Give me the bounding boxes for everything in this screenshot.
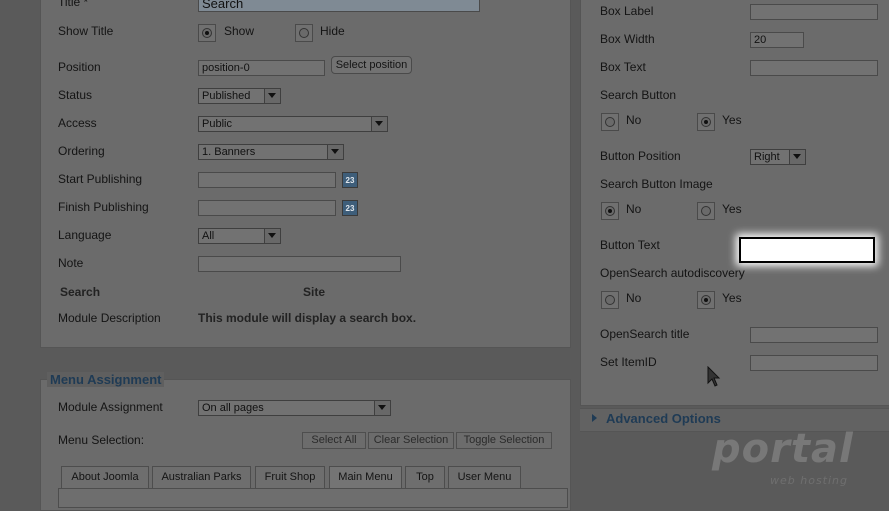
box-text-input[interactable] (750, 60, 878, 76)
portal-logo: portal web hosting (712, 426, 862, 490)
tab-fruit-shop[interactable]: Fruit Shop (255, 466, 325, 488)
box-width-label: Box Width (600, 32, 655, 46)
language-select[interactable]: All (198, 228, 281, 244)
tab-user-menu[interactable]: User Menu (448, 466, 521, 488)
box-width-input[interactable]: 20 (750, 32, 804, 48)
start-publishing-input[interactable] (198, 172, 336, 188)
show-title-label: Show Title (58, 24, 114, 38)
status-select[interactable]: Published (198, 88, 281, 104)
module-description-value: This module will display a search box. (198, 311, 417, 325)
button-text-input[interactable] (739, 237, 875, 263)
search-button-image-yes-radio[interactable] (697, 202, 715, 220)
box-label-label: Box Label (600, 4, 654, 18)
chevron-down-icon (371, 117, 387, 131)
start-publishing-label: Start Publishing (58, 172, 143, 186)
triangle-right-icon (592, 414, 597, 422)
opensearch-title-input[interactable] (750, 327, 878, 343)
select-position-button[interactable]: Select position (331, 56, 412, 74)
search-button-no-radio[interactable] (601, 113, 619, 131)
access-label: Access (58, 116, 97, 130)
set-itemid-input[interactable] (750, 355, 878, 371)
advanced-options-label[interactable]: Advanced Options (606, 411, 721, 426)
opensearch-autodiscovery-no-radio[interactable] (601, 291, 619, 309)
search-button-yes-radio[interactable] (697, 113, 715, 131)
ordering-label: Ordering (58, 144, 105, 158)
module-site-label: Site (303, 285, 326, 299)
show-title-show-radio[interactable] (198, 24, 216, 42)
module-assignment-select-value: On all pages (202, 402, 264, 414)
search-button-image-no-radio[interactable] (601, 202, 619, 220)
ordering-select-value: 1. Banners (202, 146, 256, 158)
tab-about-joomla[interactable]: About Joomla (61, 466, 149, 488)
box-text-label: Box Text (600, 60, 646, 74)
search-button-image-yes-label: Yes (722, 202, 742, 216)
menu-selection-label: Menu Selection: (58, 433, 145, 447)
access-select[interactable]: Public (198, 116, 388, 132)
chevron-down-icon (789, 150, 805, 164)
finish-publishing-label: Finish Publishing (58, 200, 149, 214)
module-assignment-select[interactable]: On all pages (198, 400, 391, 416)
position-label: Position (58, 60, 101, 74)
button-position-label: Button Position (600, 149, 681, 163)
access-select-value: Public (202, 118, 232, 130)
opensearch-autodiscovery-yes-radio[interactable] (697, 291, 715, 309)
select-all-button[interactable]: Select All (302, 432, 366, 449)
show-title-hide-radio[interactable] (295, 24, 313, 42)
chevron-down-icon (264, 229, 280, 243)
button-text-label: Button Text (600, 238, 660, 252)
tab-main-menu[interactable]: Main Menu (329, 466, 402, 488)
note-label: Note (58, 256, 84, 270)
opensearch-autodiscovery-yes-label: Yes (722, 291, 742, 305)
calendar-icon[interactable]: 23 (342, 200, 358, 216)
show-label: Show (224, 24, 255, 38)
calendar-icon[interactable]: 23 (342, 172, 358, 188)
status-label: Status (58, 88, 93, 102)
position-input[interactable]: position-0 (198, 60, 325, 76)
note-input[interactable] (198, 256, 401, 272)
tab-top[interactable]: Top (405, 466, 445, 488)
search-button-no-label: No (626, 113, 642, 127)
portal-logo-text: portal (712, 426, 854, 472)
module-type-label: Search (60, 285, 101, 299)
chevron-down-icon (264, 89, 280, 103)
menu-assignment-heading: Menu Assignment (47, 372, 165, 387)
search-button-yes-label: Yes (722, 113, 742, 127)
status-select-value: Published (202, 90, 251, 102)
mouse-cursor-icon (707, 366, 721, 387)
search-button-label: Search Button (600, 88, 677, 102)
tab-australian-parks[interactable]: Australian Parks (152, 466, 251, 488)
title-label: Title * (58, 0, 89, 9)
menu-tab-content (58, 488, 568, 508)
finish-publishing-input[interactable] (198, 200, 336, 216)
chevron-down-icon (327, 145, 343, 159)
portal-logo-subtext: web hosting (770, 474, 848, 487)
search-button-image-no-label: No (626, 202, 642, 216)
title-input[interactable]: Search (198, 0, 480, 12)
set-itemid-label: Set ItemID (600, 355, 657, 369)
module-description-label: Module Description (58, 311, 161, 325)
language-select-value: All (202, 230, 215, 242)
toggle-selection-button[interactable]: Toggle Selection (456, 432, 552, 449)
ordering-select[interactable]: 1. Banners (198, 144, 344, 160)
opensearch-autodiscovery-label: OpenSearch autodiscovery (600, 266, 745, 280)
clear-selection-button[interactable]: Clear Selection (368, 432, 454, 449)
opensearch-title-label: OpenSearch title (600, 327, 690, 341)
opensearch-autodiscovery-no-label: No (626, 291, 642, 305)
search-button-image-label: Search Button Image (600, 177, 713, 191)
box-label-input[interactable] (750, 4, 878, 20)
chevron-down-icon (374, 401, 390, 415)
button-position-select-value: Right (754, 151, 780, 163)
button-position-select[interactable]: Right (750, 149, 806, 165)
hide-label: Hide (320, 24, 345, 38)
module-assignment-label: Module Assignment (58, 400, 163, 414)
language-label: Language (58, 228, 112, 242)
